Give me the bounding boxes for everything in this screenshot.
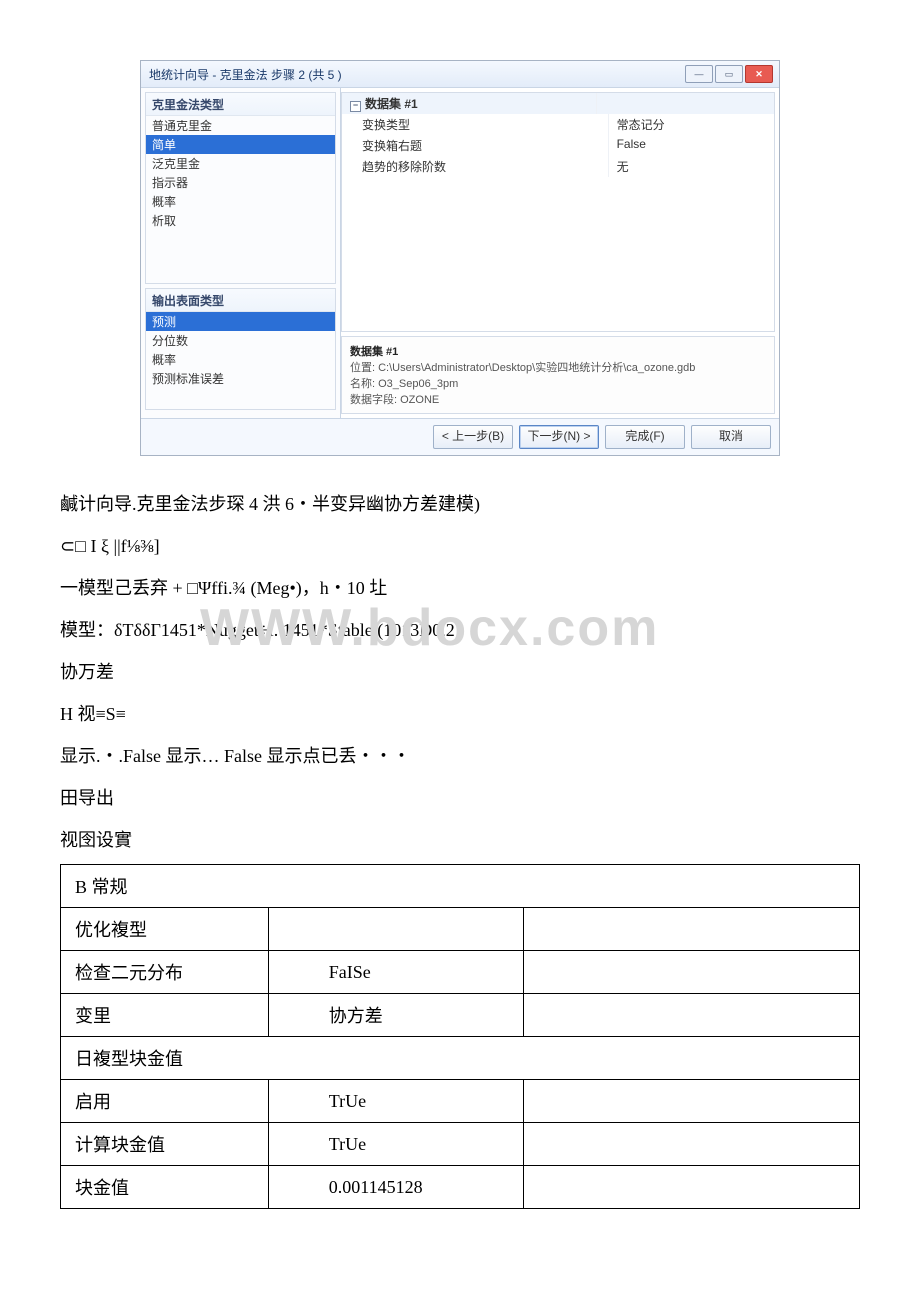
wizard-dialog-screenshot: 地统计向导 - 克里金法 步骤 2 (共 5 ) — ▭ ✕ 克里金法类型 普通…	[140, 60, 780, 456]
desc-line: 数据字段: OZONE	[350, 394, 439, 406]
prop-value[interactable]: 常态记分	[609, 114, 774, 135]
list-item[interactable]: 指示器	[146, 173, 335, 192]
body-text: 鹹计向导.克里金法步琛 4 洪 6・半变异幽协方差建模)	[60, 486, 860, 522]
kriging-type-list[interactable]: 普通克里金 简单 泛克里金 指示器 概率 析取	[146, 116, 335, 283]
list-item[interactable]: 析取	[146, 211, 335, 230]
table-row: 变里 协方差	[61, 994, 860, 1037]
table-cell: TrUe	[268, 1123, 524, 1166]
body-text: ⊂□ I ξ ||f⅛⅜]	[60, 528, 860, 564]
collapse-icon[interactable]: −	[350, 101, 361, 112]
propgrid-header-label: 数据集 #1	[365, 97, 418, 111]
body-text: H 视≡S≡	[60, 696, 860, 732]
table-row: 块金值 0.001145128	[61, 1166, 860, 1209]
prop-key: 趋势的移除阶数	[342, 156, 609, 177]
body-text: 模型：δTδδΓ1451*Nugget÷l. 1451*Stable (1013…	[60, 612, 860, 648]
desc-line: 位置: C:\Users\Administrator\Desktop\实验四地统…	[350, 362, 695, 374]
propgrid-row: 趋势的移除阶数 无	[342, 156, 774, 177]
prop-key: 变换箱右题	[342, 135, 609, 156]
list-item[interactable]: 预测标准误差	[146, 369, 335, 388]
kriging-type-title: 克里金法类型	[146, 93, 335, 116]
table-row: 计算块金值 TrUe	[61, 1123, 860, 1166]
prop-value[interactable]: 无	[609, 156, 774, 177]
cancel-button[interactable]: 取消	[691, 425, 771, 449]
propgrid-header: −数据集 #1	[342, 93, 774, 114]
dataset-description: 数据集 #1 位置: C:\Users\Administrator\Deskto…	[341, 336, 775, 414]
table-cell: FaISe	[268, 951, 524, 994]
output-type-list[interactable]: 预测 分位数 概率 预测标准误差	[146, 312, 335, 409]
table-cell: 优化複型	[61, 908, 269, 951]
table-section-header: B 常规	[61, 865, 860, 908]
list-item[interactable]: 泛克里金	[146, 154, 335, 173]
table-cell	[524, 994, 860, 1037]
table-cell	[524, 908, 860, 951]
table-row: 启用 TrUe	[61, 1080, 860, 1123]
list-item[interactable]: 普通克里金	[146, 116, 335, 135]
table-cell	[268, 908, 524, 951]
dialog-titlebar: 地统计向导 - 克里金法 步骤 2 (共 5 ) — ▭ ✕	[141, 61, 779, 88]
list-item[interactable]: 概率	[146, 192, 335, 211]
prop-key: 变换类型	[342, 114, 609, 135]
table-cell: 0.001145128	[268, 1166, 524, 1209]
body-text: 显示.・.False 显示… False 显示点已丢・・・	[60, 738, 860, 774]
property-grid: −数据集 #1 变换类型 常态记分 变换箱右题 False 趋势的移除阶数	[341, 92, 775, 332]
minimize-icon[interactable]: —	[685, 65, 713, 83]
right-panel: −数据集 #1 变换类型 常态记分 变换箱右题 False 趋势的移除阶数	[341, 88, 779, 418]
settings-table: B 常规 优化複型 检查二元分布 FaISe 变里 协方差 日複型块金值 启用 …	[60, 864, 860, 1209]
back-button[interactable]: < 上一步(B)	[433, 425, 513, 449]
table-cell	[524, 1166, 860, 1209]
table-cell: 启用	[61, 1080, 269, 1123]
table-cell: 检查二元分布	[61, 951, 269, 994]
table-row: 优化複型	[61, 908, 860, 951]
left-panel: 克里金法类型 普通克里金 简单 泛克里金 指示器 概率 析取 输出表面类型	[141, 88, 341, 418]
body-text: 视囹设實	[60, 822, 860, 858]
desc-line: 名称: O3_Sep06_3pm	[350, 378, 458, 390]
output-type-title: 输出表面类型	[146, 289, 335, 312]
table-cell	[524, 951, 860, 994]
table-row: 检查二元分布 FaISe	[61, 951, 860, 994]
wizard-dialog: 地统计向导 - 克里金法 步骤 2 (共 5 ) — ▭ ✕ 克里金法类型 普通…	[140, 60, 780, 456]
table-row: 日複型块金值	[61, 1037, 860, 1080]
list-item[interactable]: 概率	[146, 350, 335, 369]
body-text: 协万差	[60, 654, 860, 690]
prop-value[interactable]: False	[609, 135, 774, 156]
propgrid-row: 变换类型 常态记分	[342, 114, 774, 135]
table-cell: 块金值	[61, 1166, 269, 1209]
kriging-type-group: 克里金法类型 普通克里金 简单 泛克里金 指示器 概率 析取	[145, 92, 336, 284]
table-section-header: 日複型块金值	[61, 1037, 860, 1080]
next-button[interactable]: 下一步(N) >	[519, 425, 599, 449]
table-cell: TrUe	[268, 1080, 524, 1123]
table-cell	[524, 1080, 860, 1123]
desc-title: 数据集 #1	[350, 346, 398, 358]
table-cell: 协方差	[268, 994, 524, 1037]
propgrid-row: 变换箱右题 False	[342, 135, 774, 156]
table-row: B 常规	[61, 865, 860, 908]
list-item[interactable]: 预测	[146, 312, 335, 331]
body-text: 田导出	[60, 780, 860, 816]
dialog-title: 地统计向导 - 克里金法 步骤 2 (共 5 )	[149, 66, 342, 83]
finish-button[interactable]: 完成(F)	[605, 425, 685, 449]
table-cell: 计算块金值	[61, 1123, 269, 1166]
dialog-button-bar: < 上一步(B) 下一步(N) > 完成(F) 取消	[141, 418, 779, 455]
close-icon[interactable]: ✕	[745, 65, 773, 83]
table-cell	[524, 1123, 860, 1166]
list-item[interactable]: 分位数	[146, 331, 335, 350]
maximize-icon[interactable]: ▭	[715, 65, 743, 83]
output-type-group: 输出表面类型 预测 分位数 概率 预测标准误差	[145, 288, 336, 410]
body-text: 一模型己丢弃 + □Ψffi.¾ (Meg•)，h・10 圵	[60, 570, 860, 606]
list-item[interactable]: 简单	[146, 135, 335, 154]
window-controls: — ▭ ✕	[685, 65, 773, 83]
table-cell: 变里	[61, 994, 269, 1037]
